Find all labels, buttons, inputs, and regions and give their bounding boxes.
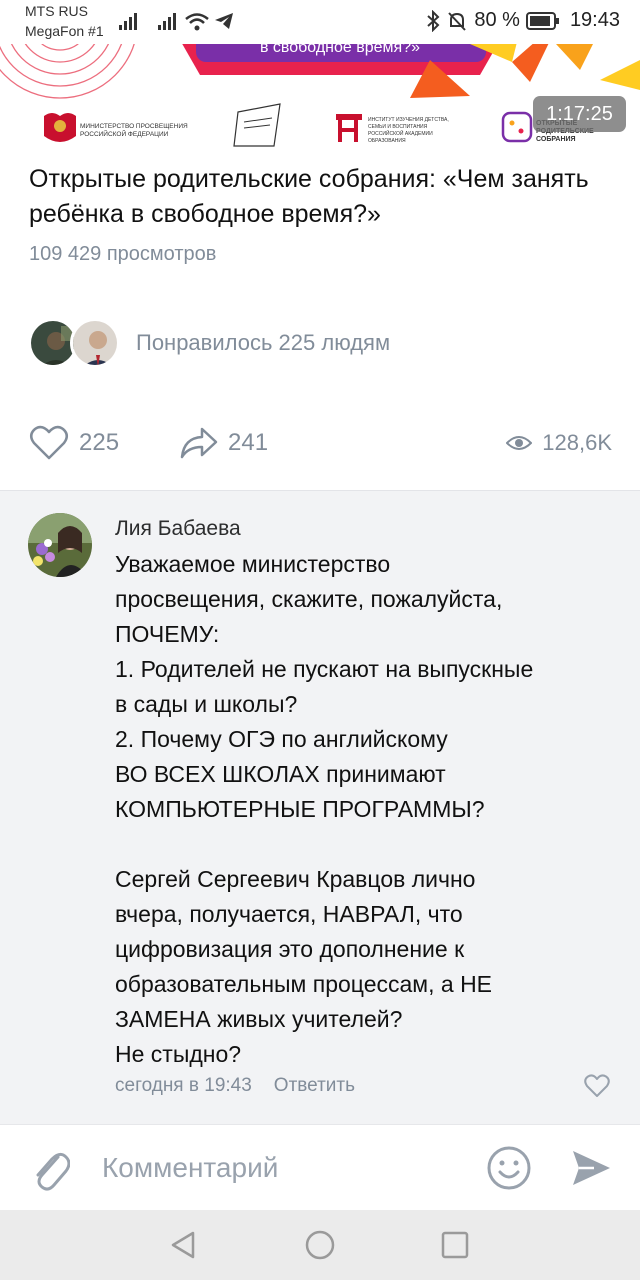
send-icon[interactable] — [570, 1147, 612, 1189]
avatar[interactable] — [28, 513, 92, 577]
post-actions: 225 241 128,6K — [0, 418, 640, 468]
svg-text:СЕМЬИ И ВОСПИТАНИЯ: СЕМЬИ И ВОСПИТАНИЯ — [368, 124, 428, 130]
comment-text: Уважаемое министерство просвещения, скаж… — [115, 551, 534, 1067]
reply-button[interactable]: Ответить — [274, 1075, 355, 1097]
back-triangle-icon — [171, 1231, 195, 1259]
svg-text:РОССИЙСКОЙ АКАДЕМИИ: РОССИЙСКОЙ АКАДЕМИИ — [368, 129, 433, 137]
institute-logo-mark — [336, 114, 362, 142]
status-bar: MTS RUS MegaFon #1 80 % 19:43 — [0, 0, 640, 44]
status-right: 80 % 19:43 — [426, 9, 620, 32]
ministry-logo-mark — [44, 113, 76, 142]
status-time: 19:43 — [569, 9, 620, 31]
comment-timestamp: сегодня в 19:43 — [115, 1075, 252, 1096]
liked-by-text: Понравилось 225 людям — [136, 330, 391, 355]
comment-heart-icon[interactable] — [584, 1074, 610, 1098]
share-button[interactable]: 241 — [180, 418, 268, 468]
wifi-icon — [185, 13, 209, 31]
post-views-count: 109 429 просмотров — [29, 243, 217, 265]
views-counter: 128,6K — [506, 418, 612, 468]
system-nav-bar — [0, 1210, 640, 1280]
telegram-icon — [215, 13, 233, 29]
carrier-1: MTS RUS — [25, 3, 88, 19]
eye-icon — [506, 436, 533, 450]
share-count: 241 — [228, 429, 269, 456]
signal-icon-2 — [158, 13, 176, 30]
svg-text:МИНИСТЕРСТВО ПРОСВЕЩЕНИЯ: МИНИСТЕРСТВО ПРОСВЕЩЕНИЯ — [80, 123, 188, 130]
svg-text:РОССИЙСКОЙ ФЕДЕРАЦИИ: РОССИЙСКОЙ ФЕДЕРАЦИИ — [80, 129, 169, 138]
bluetooth-icon — [427, 9, 440, 32]
recent-square-icon — [441, 1231, 469, 1259]
view-count: 128,6K — [542, 430, 612, 455]
comment-composer — [0, 1124, 640, 1210]
battery-percent: 80 % — [474, 9, 520, 31]
svg-text:ИНСТИТУТ ИЗУЧЕНИЯ ДЕТСТВА,: ИНСТИТУТ ИЗУЧЕНИЯ ДЕТСТВА, — [368, 117, 449, 123]
battery-icon — [525, 11, 559, 30]
like-button[interactable]: 225 — [29, 418, 119, 468]
home-button[interactable] — [303, 1228, 337, 1262]
heart-icon — [30, 425, 68, 460]
smile-icon[interactable] — [486, 1145, 532, 1191]
like-count: 225 — [79, 429, 120, 456]
avatar — [70, 318, 120, 368]
comment-input[interactable] — [102, 1147, 462, 1189]
svg-text:СОБРАНИЯ: СОБРАНИЯ — [536, 136, 576, 143]
svg-text:ОБРАЗОВАНИЯ: ОБРАЗОВАНИЯ — [368, 138, 406, 144]
video-duration: 1:17:25 — [533, 96, 626, 132]
liked-by-row[interactable]: Понравилось 225 людям — [28, 317, 390, 369]
share-icon — [180, 427, 218, 459]
comments-section: Лия Бабаева Уважаемое министерство просв… — [0, 490, 640, 1126]
mute-bell-icon — [448, 11, 467, 31]
carrier-2: MegaFon #1 — [25, 23, 104, 39]
comment-author[interactable]: Лия Бабаева — [115, 517, 241, 541]
comment-meta: сегодня в 19:43 Ответить — [115, 1075, 355, 1097]
back-button[interactable] — [166, 1228, 200, 1262]
recent-apps-button[interactable] — [438, 1228, 472, 1262]
paperclip-icon[interactable] — [30, 1147, 70, 1191]
signal-icon — [119, 13, 137, 30]
home-circle-icon — [305, 1230, 335, 1260]
post-title[interactable]: Открытые родительские собрания: «Чем зан… — [29, 162, 619, 232]
